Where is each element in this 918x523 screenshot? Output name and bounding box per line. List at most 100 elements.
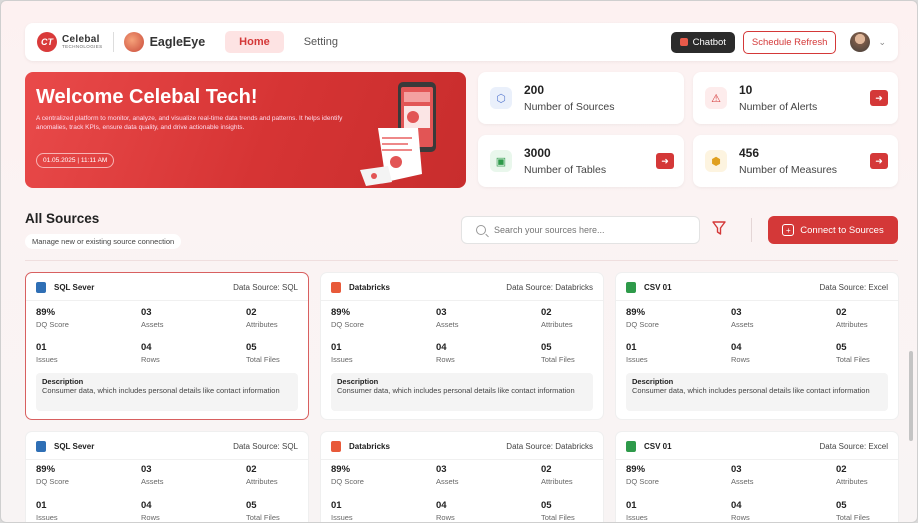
- chevron-down-icon[interactable]: ⌄: [878, 37, 886, 48]
- metric-value: 01: [626, 342, 637, 353]
- divider: [321, 300, 603, 301]
- nav-setting[interactable]: Setting: [290, 31, 352, 53]
- metric-rows: 04 Rows: [141, 342, 231, 364]
- metric-value: 04: [141, 342, 152, 353]
- metric-value: 01: [36, 342, 47, 353]
- metric-dq: 89% DQ Score: [331, 307, 421, 329]
- dashboard-illustration-icon: [360, 82, 436, 186]
- celebal-logo-icon: CT: [37, 32, 57, 52]
- divider: [26, 300, 308, 301]
- source-type: Data Source: Databricks: [506, 283, 593, 292]
- metric-label: Issues: [331, 513, 353, 522]
- welcome-banner: Welcome Celebal Tech! A centralized plat…: [25, 72, 466, 188]
- chatbot-icon: [679, 38, 688, 46]
- metric-assets: 03 Assets: [141, 464, 231, 486]
- stat-label: Number of Alerts: [739, 101, 818, 113]
- filter-icon[interactable]: [712, 221, 726, 239]
- source-card[interactable]: Databricks Data Source: Databricks 89% DQ…: [320, 272, 604, 420]
- scrollbar[interactable]: [909, 351, 913, 441]
- metric-label: Total Files: [836, 355, 870, 364]
- metric-attributes: 02 Attributes: [836, 464, 917, 486]
- main-nav: Home Setting: [225, 31, 352, 53]
- metric-value: 01: [626, 500, 637, 511]
- metric-files: 05 Total Files: [836, 342, 917, 364]
- divider: [751, 218, 752, 242]
- metric-label: DQ Score: [331, 320, 364, 329]
- metric-attributes: 02 Attributes: [836, 307, 917, 329]
- metric-value: 04: [731, 342, 742, 353]
- metric-label: Total Files: [836, 513, 870, 522]
- metric-label: Rows: [731, 355, 750, 364]
- source-card[interactable]: CSV 01 Data Source: Excel 89% DQ Score 03…: [615, 431, 899, 522]
- metric-value: 05: [836, 500, 847, 511]
- source-card[interactable]: SQL Sever Data Source: SQL 89% DQ Score 0…: [25, 272, 309, 420]
- metric-value: 03: [731, 307, 742, 318]
- source-name: CSV 01: [644, 283, 672, 292]
- plug-icon: +: [782, 224, 795, 236]
- metric-issues: 01 Issues: [331, 500, 421, 522]
- schedule-refresh-button[interactable]: Schedule Refresh: [742, 30, 837, 54]
- metric-label: Rows: [141, 355, 160, 364]
- avatar[interactable]: [850, 32, 871, 52]
- arrow-right-icon[interactable]: ➜: [870, 90, 888, 106]
- metric-assets: 03 Assets: [436, 464, 526, 486]
- celebal-logo[interactable]: CT Celebal TECHNOLOGIES: [37, 32, 103, 52]
- metric-rows: 04 Rows: [436, 342, 526, 364]
- search-input[interactable]: [494, 225, 674, 235]
- databricks-icon: [331, 282, 341, 293]
- chatbot-label: Chatbot: [692, 36, 726, 48]
- metric-label: Assets: [141, 320, 164, 329]
- metric-value: 03: [141, 464, 152, 475]
- celebal-logo-text: Celebal TECHNOLOGIES: [62, 34, 103, 50]
- metric-value: 04: [141, 500, 152, 511]
- card-header: CSV 01 Data Source: Excel: [626, 441, 888, 452]
- metric-label: Issues: [626, 355, 648, 364]
- metric-value: 03: [436, 464, 447, 475]
- metric-label: DQ Score: [36, 477, 69, 486]
- box-icon: ⬢: [705, 150, 727, 172]
- metric-label: Attributes: [836, 477, 868, 486]
- stat-card-tables[interactable]: ▣ 3000 Number of Tables ➜: [478, 135, 684, 187]
- source-name: CSV 01: [644, 442, 672, 451]
- metric-issues: 01 Issues: [36, 342, 126, 364]
- metric-label: Rows: [436, 513, 455, 522]
- metric-label: Rows: [731, 513, 750, 522]
- section-title: All Sources: [25, 211, 100, 226]
- stat-value: 200: [524, 83, 545, 97]
- search-icon: [476, 225, 486, 235]
- metric-label: Rows: [141, 513, 160, 522]
- welcome-description: A centralized platform to monitor, analy…: [36, 115, 343, 131]
- metric-rows: 04 Rows: [731, 342, 821, 364]
- chatbot-button[interactable]: Chatbot: [670, 31, 735, 53]
- connect-to-sources-button[interactable]: + Connect to Sources: [768, 216, 898, 244]
- card-header: Databricks Data Source: Databricks: [331, 282, 593, 293]
- metric-label: Assets: [731, 320, 754, 329]
- arrow-right-icon[interactable]: ➜: [656, 153, 674, 169]
- source-name: Databricks: [349, 442, 390, 451]
- stat-card-measures[interactable]: ⬢ 456 Number of Measures ➜: [693, 135, 898, 187]
- metric-value: 04: [436, 500, 447, 511]
- description-text: Consumer data, which includes personal d…: [632, 386, 870, 395]
- stat-card-alerts[interactable]: ⚠ 10 Number of Alerts ➜: [693, 72, 898, 124]
- metric-value: 04: [436, 342, 447, 353]
- nav-home[interactable]: Home: [225, 31, 284, 53]
- database-icon: [36, 441, 46, 452]
- source-card[interactable]: CSV 01 Data Source: Excel 89% DQ Score 03…: [615, 272, 899, 420]
- metric-assets: 03 Assets: [731, 307, 821, 329]
- spreadsheet-icon: [626, 282, 636, 293]
- search-box[interactable]: [461, 216, 700, 244]
- arrow-right-icon[interactable]: ➜: [870, 153, 888, 169]
- source-type: Data Source: SQL: [233, 442, 298, 451]
- database-icon: [36, 282, 46, 293]
- card-header: SQL Sever Data Source: SQL: [36, 441, 298, 452]
- metric-label: DQ Score: [626, 477, 659, 486]
- product-logo[interactable]: EagleEye: [123, 32, 205, 52]
- source-card[interactable]: Databricks Data Source: Databricks 89% DQ…: [320, 431, 604, 522]
- source-card[interactable]: SQL Sever Data Source: SQL 89% DQ Score 0…: [25, 431, 309, 522]
- metric-dq: 89% DQ Score: [36, 464, 126, 486]
- stat-card-sources[interactable]: ⬡ 200 Number of Sources: [478, 72, 684, 124]
- metric-label: Assets: [436, 320, 459, 329]
- metric-value: 03: [436, 307, 447, 318]
- description-text: Consumer data, which includes personal d…: [337, 386, 575, 395]
- metric-assets: 03 Assets: [141, 307, 231, 329]
